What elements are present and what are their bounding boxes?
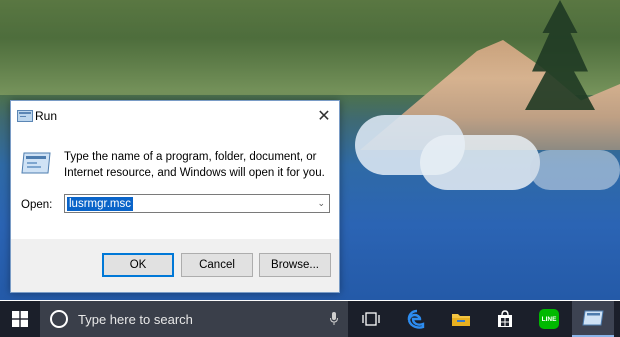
open-label: Open:: [21, 199, 53, 211]
microphone-icon[interactable]: [330, 312, 338, 326]
line-button[interactable]: LINE: [528, 301, 570, 337]
wallpaper-cloud: [420, 135, 540, 190]
taskbar: Type here to search LINE: [0, 301, 620, 337]
task-view-button[interactable]: [350, 301, 392, 337]
open-input[interactable]: lusrmgr.msc ⌄: [64, 194, 330, 213]
open-input-value: lusrmgr.msc: [67, 197, 133, 211]
edge-icon: [407, 309, 425, 329]
dialog-title: Run: [35, 109, 58, 123]
file-explorer-icon: [452, 314, 470, 326]
file-explorer-button[interactable]: [440, 301, 482, 337]
task-view-icon: [362, 312, 380, 326]
run-app-icon: [17, 110, 33, 122]
dialog-titlebar[interactable]: Run ✕: [11, 101, 339, 131]
run-icon: [21, 152, 51, 174]
run-icon: [582, 310, 604, 326]
run-dialog: Run ✕ Type the name of a program, folder…: [10, 100, 340, 293]
windows-start-icon: [12, 311, 28, 327]
store-button[interactable]: [484, 301, 526, 337]
dialog-description: Type the name of a program, folder, docu…: [64, 151, 325, 179]
cortana-icon[interactable]: [50, 310, 68, 328]
line-icon: LINE: [539, 309, 559, 329]
search-placeholder: Type here to search: [78, 312, 193, 327]
edge-button[interactable]: [396, 301, 438, 337]
taskbar-search-box[interactable]: Type here to search: [40, 301, 348, 337]
wallpaper-cloud: [530, 150, 620, 190]
close-button[interactable]: ✕: [309, 101, 339, 130]
store-icon: [498, 310, 512, 327]
ok-button[interactable]: OK: [102, 253, 174, 277]
chevron-down-icon[interactable]: ⌄: [317, 195, 325, 212]
cancel-button[interactable]: Cancel: [181, 253, 253, 277]
browse-button[interactable]: Browse...: [259, 253, 331, 277]
close-icon: ✕: [317, 107, 331, 125]
start-button[interactable]: [0, 301, 40, 337]
run-taskbar-button[interactable]: [572, 301, 614, 337]
